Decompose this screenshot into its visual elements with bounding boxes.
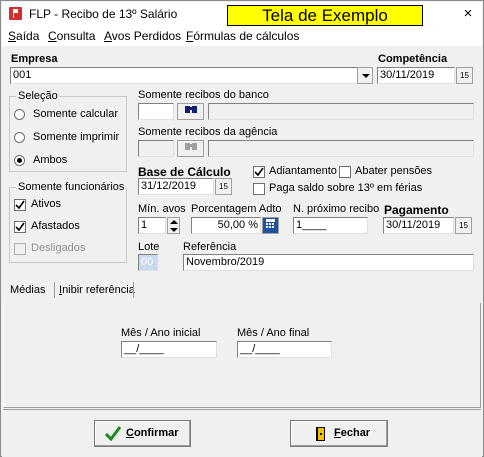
banco-search-binoculars-icon[interactable] <box>177 103 204 120</box>
close-button[interactable]: × <box>457 4 479 24</box>
menu-consulta[interactable]: Consulta <box>48 29 95 43</box>
menu-saida[interactable]: Saída <box>8 29 39 43</box>
checkbox-paga-saldo-label: Paga saldo sobre 13º em férias <box>269 182 423 194</box>
agencia-label: Somente recibos da agência <box>138 126 278 138</box>
agencia-search-binoculars-icon[interactable] <box>177 140 204 157</box>
mes-ano-final-label: Mês / Ano final <box>237 327 310 339</box>
pagamento-calendar-icon[interactable]: 15 <box>455 217 472 234</box>
radio-somente-calcular[interactable] <box>14 109 25 120</box>
checkbox-afastados-label: Afastados <box>31 220 80 232</box>
form-content: Empresa 001 Competência 30/11/2019 15 Se… <box>2 46 482 457</box>
porcentagem-adto-field[interactable]: 50,00 % <box>191 217 261 234</box>
confirmar-button[interactable]: Confirmar <box>94 420 191 447</box>
radio-somente-calcular-label: Somente calcular <box>33 108 118 120</box>
app-icon <box>9 7 22 20</box>
base-calculo-label: Base de Cálculo <box>138 165 231 179</box>
menu-avos-perdidos[interactable]: Avos Perdidos <box>104 29 181 43</box>
menu-bar: Saída Consulta Avos Perdidos Fórmulas de… <box>2 26 482 46</box>
banco-code-field[interactable] <box>138 103 174 120</box>
radio-ambos[interactable] <box>14 155 25 166</box>
agencia-name-field <box>208 140 474 157</box>
min-avos-spinner[interactable] <box>167 217 180 234</box>
tab-panel-medias: Mês / Ano inicial __/____ Mês / Ano fina… <box>3 303 481 408</box>
funcionarios-title: Somente funcionários <box>16 181 127 193</box>
checkbox-desligados[interactable] <box>14 243 26 255</box>
selecao-title: Seleção <box>16 90 60 102</box>
checkbox-ativos-label: Ativos <box>31 198 61 210</box>
example-banner: Tela de Exemplo <box>227 5 423 26</box>
competencia-label: Competência <box>378 53 448 65</box>
checkbox-afastados[interactable] <box>14 221 26 233</box>
checkbox-desligados-label: Desligados <box>31 242 86 254</box>
tab-inibir-referencia[interactable]: Inibir referência <box>59 284 135 296</box>
checkmark-icon <box>105 426 121 441</box>
mes-ano-final-field[interactable]: __/____ <box>237 341 332 358</box>
menu-formulas-calculos[interactable]: Fórmulas de cálculos <box>186 29 299 43</box>
banco-name-field <box>208 103 474 120</box>
pagamento-label: Pagamento <box>384 203 449 217</box>
tab-medias[interactable]: Médias <box>10 284 45 296</box>
checkbox-abater-pensoes[interactable] <box>339 166 351 178</box>
checkbox-paga-saldo[interactable] <box>253 183 265 195</box>
agencia-code-field[interactable] <box>138 140 174 157</box>
empresa-dropdown-arrow-icon[interactable] <box>357 67 373 84</box>
checkbox-adiantamento[interactable] <box>253 166 265 178</box>
min-avos-field[interactable]: 1 <box>138 217 166 234</box>
radio-ambos-label: Ambos <box>33 154 68 166</box>
prox-recibo-label: N. próximo recibo <box>293 203 380 215</box>
mes-ano-inicial-field[interactable]: __/____ <box>121 341 217 358</box>
mes-ano-inicial-label: Mês / Ano inicial <box>121 327 201 339</box>
lote-label: Lote <box>138 241 160 253</box>
pagamento-field[interactable]: 30/11/2019 <box>383 217 454 234</box>
porcentagem-adto-label: Porcentagem Adto <box>191 203 282 215</box>
referencia-field[interactable]: Novembro/2019 <box>183 254 474 271</box>
main-window: FLP - Recibo de 13º Salário Tela de Exem… <box>0 0 484 457</box>
min-avos-label: Mín. avos <box>138 203 186 215</box>
competencia-field[interactable]: 30/11/2019 <box>377 67 455 84</box>
door-exit-icon <box>316 427 325 441</box>
checkbox-ativos[interactable] <box>14 199 26 211</box>
lote-field[interactable]: 00 <box>138 254 158 271</box>
empresa-select[interactable]: 001 <box>10 67 364 84</box>
base-calculo-calendar-icon[interactable]: 15 <box>215 178 232 195</box>
referencia-label: Referência <box>183 241 237 253</box>
tab-divider-right <box>133 282 134 298</box>
radio-somente-imprimir-label: Somente imprimir <box>33 131 120 143</box>
bottom-button-bar: Confirmar Fechar <box>3 409 481 456</box>
window-title: FLP - Recibo de 13º Salário <box>29 7 178 21</box>
prox-recibo-field[interactable]: 1____ <box>293 217 368 234</box>
calculator-icon[interactable] <box>262 217 279 234</box>
banco-label: Somente recibos do banco <box>138 89 269 101</box>
radio-somente-imprimir[interactable] <box>14 132 25 143</box>
base-calculo-field[interactable]: 31/12/2019 <box>138 178 214 195</box>
competencia-calendar-icon[interactable]: 15 <box>456 67 473 84</box>
title-bar: FLP - Recibo de 13º Salário Tela de Exem… <box>2 2 482 26</box>
empresa-label: Empresa <box>11 53 58 65</box>
checkbox-abater-pensoes-label: Abater pensões <box>355 165 433 177</box>
fechar-button[interactable]: Fechar <box>290 420 388 447</box>
checkbox-adiantamento-label: Adiantamento <box>269 165 337 177</box>
tab-divider <box>54 282 55 298</box>
